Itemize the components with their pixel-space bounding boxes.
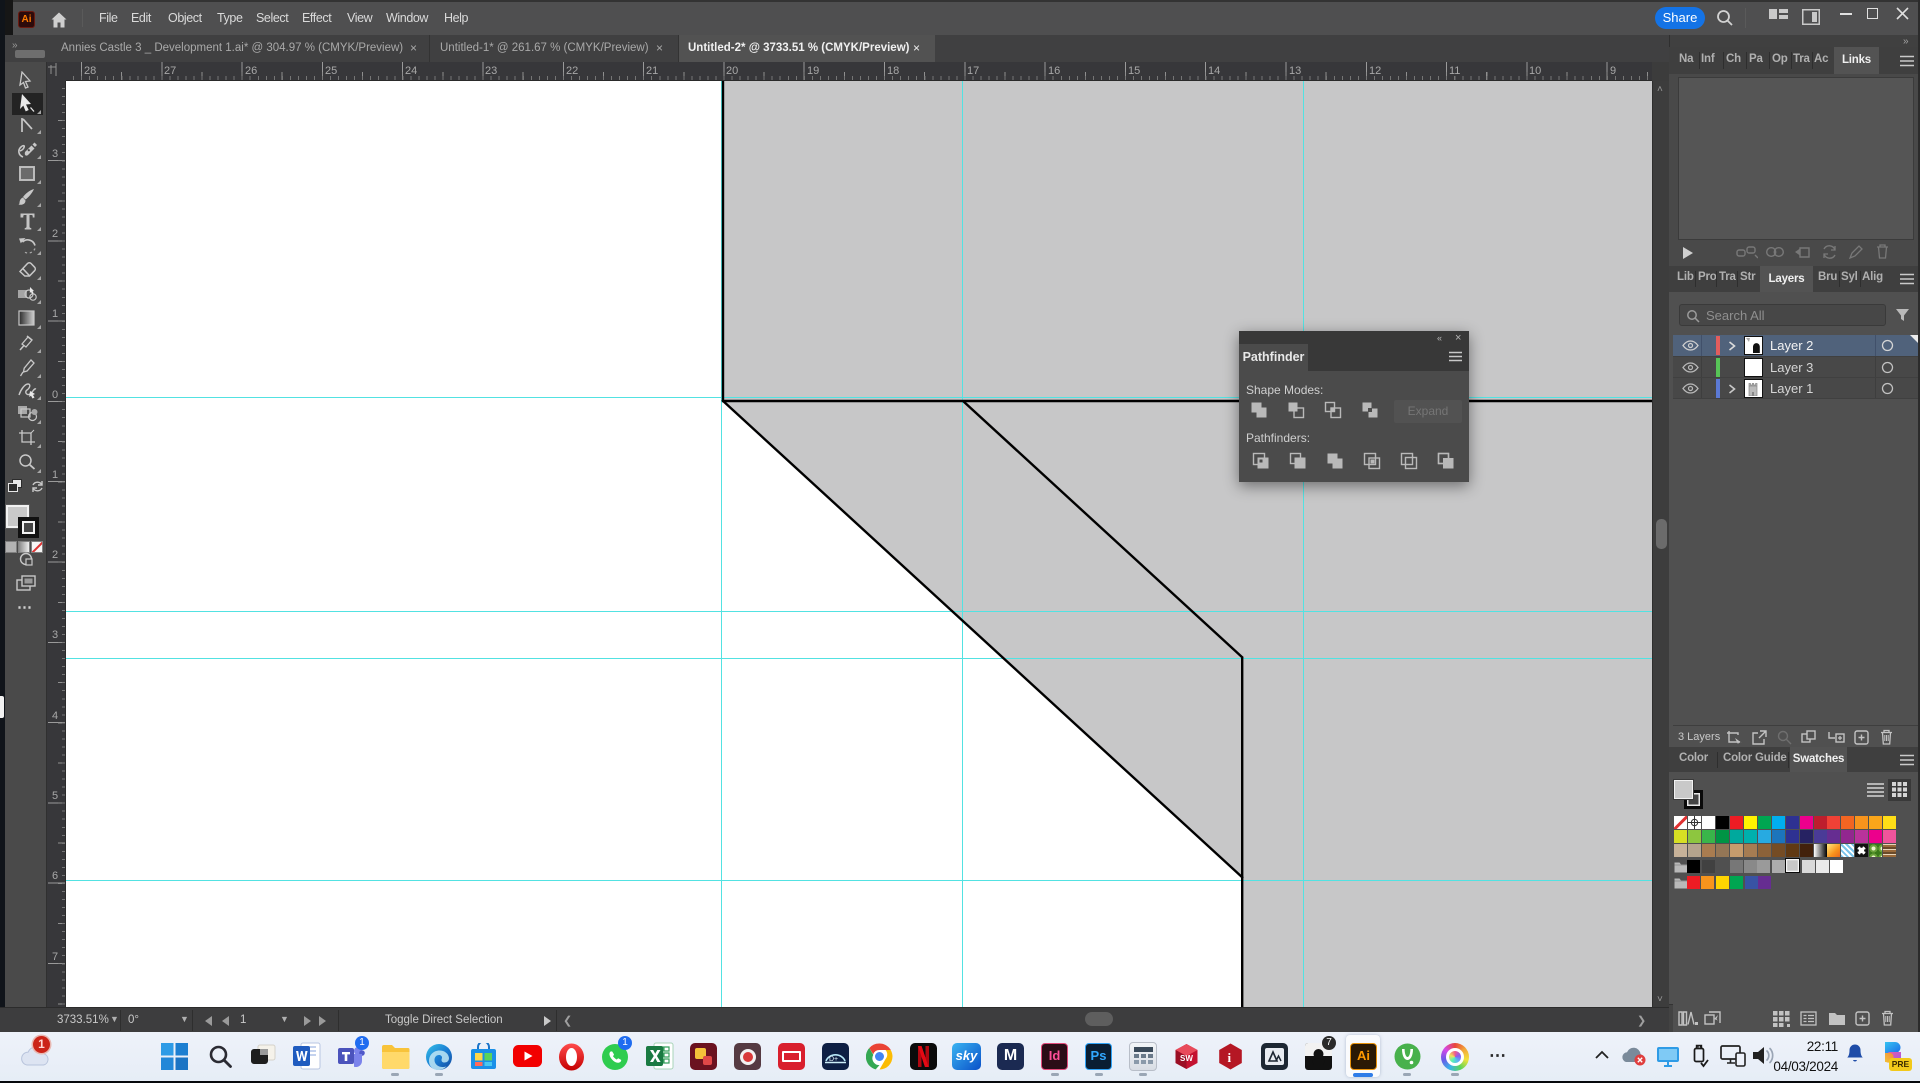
svg-text:i: i	[1228, 1050, 1232, 1065]
svg-text:SW: SW	[1180, 1054, 1193, 1063]
svg-text:D+: D+	[829, 1056, 838, 1063]
